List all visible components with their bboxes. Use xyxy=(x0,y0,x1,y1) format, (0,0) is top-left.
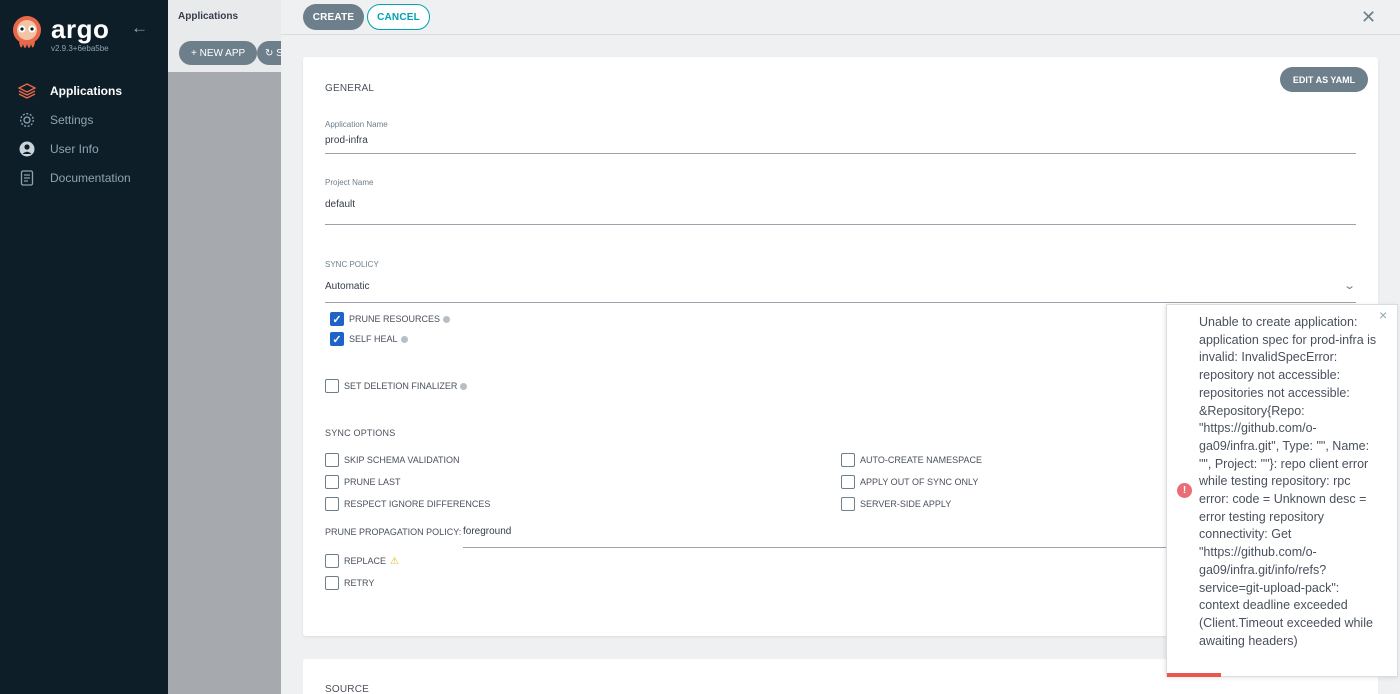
sidebar-item-label: Applications xyxy=(50,83,123,98)
checkbox-label: RETRY xyxy=(344,578,375,588)
sidebar: argo v2.9.3+6eba5be ← Applications Setti… xyxy=(0,0,168,694)
gear-icon xyxy=(18,111,36,129)
self-heal-checkbox[interactable]: ✓ SELF HEAL xyxy=(330,332,408,346)
app-name-underline xyxy=(325,153,1356,154)
new-app-button[interactable]: + NEW APP xyxy=(179,41,258,65)
sync-policy-label: SYNC POLICY xyxy=(325,260,379,269)
help-icon[interactable] xyxy=(443,315,451,323)
checkbox-checked-icon: ✓ xyxy=(330,312,344,326)
auto-create-namespace-checkbox[interactable]: AUTO-CREATE NAMESPACE xyxy=(841,453,982,467)
warning-icon: ⚠ xyxy=(390,555,399,567)
sidebar-item-user-info[interactable]: User Info xyxy=(0,134,168,163)
checkbox-icon xyxy=(325,453,339,467)
checkbox-icon xyxy=(841,497,855,511)
create-button[interactable]: CREATE xyxy=(303,4,364,30)
cancel-button[interactable]: CANCEL xyxy=(367,4,430,30)
apply-out-of-sync-only-checkbox[interactable]: APPLY OUT OF SYNC ONLY xyxy=(841,475,978,489)
version-label: v2.9.3+6eba5be xyxy=(51,44,109,53)
project-name-field[interactable]: default xyxy=(325,199,355,210)
checkbox-icon xyxy=(325,497,339,511)
checkbox-label: SET DELETION FINALIZER xyxy=(344,381,458,391)
prune-propagation-select[interactable]: foreground xyxy=(463,526,511,537)
checkbox-label: SKIP SCHEMA VALIDATION xyxy=(344,455,460,465)
argo-logo[interactable] xyxy=(10,14,44,54)
sidebar-item-settings[interactable]: Settings xyxy=(0,105,168,134)
error-icon: ! xyxy=(1177,483,1192,498)
error-message: Unable to create application: applicatio… xyxy=(1199,315,1377,648)
sync-policy-select[interactable]: Automatic xyxy=(325,281,369,292)
app-name-field[interactable]: prod-infra xyxy=(325,135,368,146)
brand-name: argo xyxy=(51,14,110,44)
prune-resources-checkbox[interactable]: ✓ PRUNE RESOURCES xyxy=(330,312,451,326)
close-icon[interactable]: ✕ xyxy=(1361,7,1376,28)
user-icon xyxy=(18,140,36,158)
checkbox-icon xyxy=(841,453,855,467)
layers-icon xyxy=(18,82,36,100)
edit-as-yaml-button[interactable]: EDIT AS YAML xyxy=(1280,67,1368,92)
chevron-down-icon[interactable]: ⌄ xyxy=(1343,279,1356,292)
sidebar-item-label: Documentation xyxy=(50,170,131,185)
checkbox-icon xyxy=(325,576,339,590)
checkbox-label: SELF HEAL xyxy=(349,334,398,344)
checkbox-checked-icon: ✓ xyxy=(330,332,344,346)
checkbox-label: AUTO-CREATE NAMESPACE xyxy=(860,455,983,465)
checkbox-label: RESPECT IGNORE DIFFERENCES xyxy=(344,499,491,509)
sidebar-item-documentation[interactable]: Documentation xyxy=(0,163,168,192)
source-section-title: SOURCE xyxy=(325,684,369,694)
app-name-label: Application Name xyxy=(325,120,388,129)
sidebar-item-label: User Info xyxy=(50,141,99,156)
server-side-apply-checkbox[interactable]: SERVER-SIDE APPLY xyxy=(841,497,951,511)
prune-propagation-label: PRUNE PROPAGATION POLICY: xyxy=(325,527,462,537)
checkbox-icon xyxy=(325,475,339,489)
sync-options-title: SYNC OPTIONS xyxy=(325,428,396,438)
sync-policy-underline xyxy=(325,302,1356,303)
checkbox-label: PRUNE LAST xyxy=(344,477,401,487)
sidebar-nav: Applications Settings User Info Document… xyxy=(0,76,168,192)
page-title: Applications xyxy=(178,11,239,22)
project-name-underline xyxy=(325,224,1356,225)
book-icon xyxy=(18,169,36,187)
set-deletion-finalizer-checkbox[interactable]: SET DELETION FINALIZER xyxy=(325,379,468,393)
checkbox-icon xyxy=(325,379,339,393)
checkbox-label: SERVER-SIDE APPLY xyxy=(860,499,952,509)
retry-checkbox[interactable]: RETRY xyxy=(325,576,374,590)
sidebar-item-applications[interactable]: Applications xyxy=(0,76,168,105)
close-icon[interactable]: × xyxy=(1379,307,1387,323)
panel-header: CREATE CANCEL ✕ xyxy=(281,0,1400,35)
error-notification: × ! Unable to create application: applic… xyxy=(1166,304,1398,677)
respect-ignore-differences-checkbox[interactable]: RESPECT IGNORE DIFFERENCES xyxy=(325,497,490,511)
collapse-arrow-icon[interactable]: ← xyxy=(131,18,148,38)
checkbox-icon xyxy=(841,475,855,489)
checkbox-label: REPLACE xyxy=(344,556,387,566)
sidebar-item-label: Settings xyxy=(50,112,94,127)
general-section-title: GENERAL xyxy=(325,83,375,94)
notification-timer-bar xyxy=(1167,673,1221,677)
skip-schema-validation-checkbox[interactable]: SKIP SCHEMA VALIDATION xyxy=(325,453,460,467)
project-name-label: Project Name xyxy=(325,178,374,187)
checkbox-label: PRUNE RESOURCES xyxy=(349,314,441,324)
prune-last-checkbox[interactable]: PRUNE LAST xyxy=(325,475,401,489)
help-icon[interactable] xyxy=(400,335,408,343)
replace-checkbox[interactable]: REPLACE ⚠ xyxy=(325,554,399,568)
checkbox-label: APPLY OUT OF SYNC ONLY xyxy=(860,477,979,487)
checkbox-icon xyxy=(325,554,339,568)
prune-propagation-underline xyxy=(463,547,1167,548)
help-icon[interactable] xyxy=(460,382,468,390)
